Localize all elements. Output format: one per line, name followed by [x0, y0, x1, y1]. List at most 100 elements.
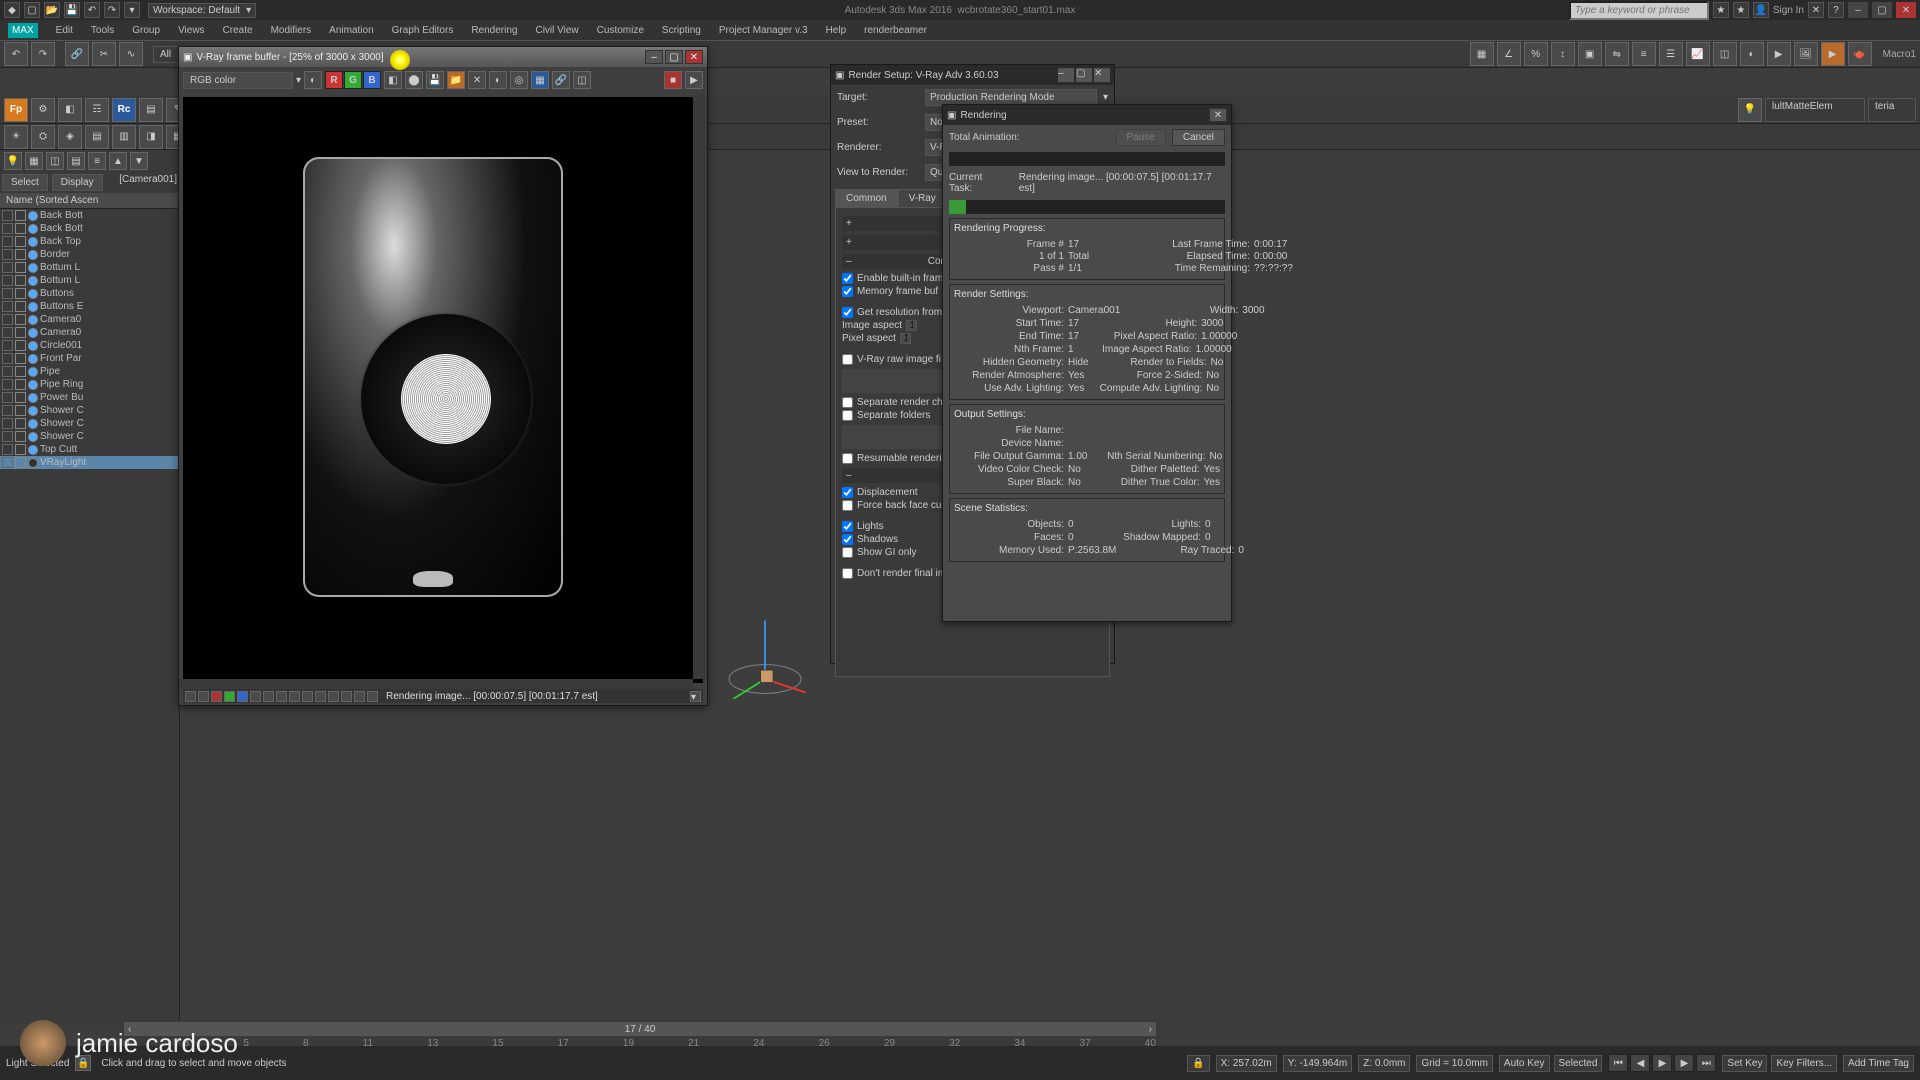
schematic-icon[interactable]: ◫	[1713, 42, 1737, 66]
visibility-toggle[interactable]	[2, 405, 13, 416]
undo-icon[interactable]: ↶	[4, 42, 28, 66]
vfb-mono-icon[interactable]: ⬤	[405, 71, 423, 89]
chk-lights[interactable]	[842, 521, 853, 532]
freeze-toggle[interactable]	[15, 340, 26, 351]
max-menu-icon[interactable]: MAX	[8, 23, 38, 38]
save-icon[interactable]: 💾	[64, 2, 80, 18]
freeze-toggle[interactable]	[15, 405, 26, 416]
vfb-stop-icon[interactable]: ■	[664, 71, 682, 89]
vfb-render-icon[interactable]: ▶	[685, 71, 703, 89]
cancel-button[interactable]: Cancel	[1172, 129, 1225, 146]
menu-graph-editors[interactable]: Graph Editors	[392, 25, 454, 36]
redo-icon[interactable]: ↷	[31, 42, 55, 66]
tree-item[interactable]: Bottum L	[0, 261, 179, 274]
menu-customize[interactable]: Customize	[597, 25, 644, 36]
tree-item[interactable]: Circle001	[0, 339, 179, 352]
vfb-alpha-icon[interactable]: ◧	[384, 71, 402, 89]
tab-display[interactable]: Display	[52, 174, 103, 191]
vfb-swatch-8[interactable]	[276, 691, 287, 702]
visibility-toggle[interactable]	[2, 262, 13, 273]
vfb-swatch-7[interactable]	[263, 691, 274, 702]
tree-item[interactable]: VRayLight	[0, 456, 179, 469]
teapot-icon[interactable]: 🫖	[1848, 42, 1872, 66]
tool-icon-2[interactable]: ◧	[58, 98, 82, 122]
rendering-close-button[interactable]: ✕	[1209, 108, 1227, 122]
rendered-frame-icon[interactable]: 🖼	[1794, 42, 1818, 66]
menu-animation[interactable]: Animation	[329, 25, 373, 36]
vfb-minimize-button[interactable]: –	[645, 50, 663, 64]
render-setup-title-bar[interactable]: ▣ Render Setup: V-Ray Adv 3.60.03 – ▢ ✕	[831, 65, 1114, 85]
menu-tools[interactable]: Tools	[91, 25, 114, 36]
app-menu-icon[interactable]: ◆	[4, 2, 20, 18]
menu-edit[interactable]: Edit	[56, 25, 73, 36]
freeze-toggle[interactable]	[15, 223, 26, 234]
snap-icon[interactable]: ▦	[1470, 42, 1494, 66]
vfb-lock-icon[interactable]: ▾	[690, 691, 701, 702]
vfb-swatch-2[interactable]	[198, 691, 209, 702]
goto-start-icon[interactable]: ⏮	[1608, 1054, 1628, 1072]
vfb-swatch-6[interactable]	[250, 691, 261, 702]
close-button[interactable]: ✕	[1896, 2, 1916, 18]
time-slider[interactable]: ‹ 17 / 40 ›	[124, 1022, 1156, 1036]
x-coord[interactable]: X: 257.02m	[1216, 1055, 1277, 1072]
rs-close-button[interactable]: ✕	[1094, 68, 1110, 82]
freeze-toggle[interactable]	[15, 301, 26, 312]
visibility-toggle[interactable]	[2, 275, 13, 286]
list-icon3[interactable]: ◫	[46, 152, 64, 170]
tree-item[interactable]: Back Bott	[0, 222, 179, 235]
tree-item[interactable]: Power Bu	[0, 391, 179, 404]
mirror-icon[interactable]: ⇋	[1605, 42, 1629, 66]
freeze-toggle[interactable]	[15, 288, 26, 299]
freeze-toggle[interactable]	[15, 431, 26, 442]
visibility-toggle[interactable]	[2, 392, 13, 403]
lightbulb-icon[interactable]: 💡	[1738, 98, 1762, 122]
visibility-toggle[interactable]	[2, 353, 13, 364]
layer-tool-1[interactable]: ☀	[4, 125, 28, 149]
vfb-clear-icon[interactable]: ✕	[468, 71, 486, 89]
menu-group[interactable]: Group	[132, 25, 160, 36]
freeze-toggle[interactable]	[15, 249, 26, 260]
tree-item[interactable]: Camera0	[0, 313, 179, 326]
vfb-save-icon[interactable]: 💾	[426, 71, 444, 89]
link-icon[interactable]: 🔗	[65, 42, 89, 66]
rendering-title-bar[interactable]: ▣ Rendering ✕	[943, 105, 1231, 125]
tree-item[interactable]: Shower C	[0, 404, 179, 417]
vfb-swatch-10[interactable]	[302, 691, 313, 702]
vfb-canvas[interactable]	[183, 97, 703, 683]
chk-shadows[interactable]	[842, 534, 853, 545]
tree-item[interactable]: Back Top	[0, 235, 179, 248]
freeze-toggle[interactable]	[15, 327, 26, 338]
menu-rendering[interactable]: Rendering	[471, 25, 517, 36]
freeze-toggle[interactable]	[15, 418, 26, 429]
layers-icon[interactable]: ☰	[1659, 42, 1683, 66]
chk-force-back[interactable]	[842, 500, 853, 511]
menu-renderbeamer[interactable]: renderbeamer	[864, 25, 927, 36]
visibility-toggle[interactable]	[2, 457, 13, 468]
key-filters-button[interactable]: Key Filters...	[1771, 1055, 1837, 1072]
menu-modifiers[interactable]: Modifiers	[271, 25, 312, 36]
visibility-toggle[interactable]	[2, 301, 13, 312]
vfb-window[interactable]: ▣ V-Ray frame buffer - [25% of 3000 x 30…	[178, 46, 708, 706]
open-icon[interactable]: 📂	[44, 2, 60, 18]
tree-item[interactable]: Camera0	[0, 326, 179, 339]
vfb-g-channel[interactable]: G	[344, 71, 362, 89]
tool-icon-4[interactable]: ▤	[139, 98, 163, 122]
y-coord[interactable]: Y: -149.964m	[1283, 1055, 1352, 1072]
vfb-swatch-13[interactable]	[341, 691, 352, 702]
vfb-swatch-15[interactable]	[367, 691, 378, 702]
context-tab-1[interactable]: lultMatteElem	[1765, 98, 1865, 122]
vfb-swatch-9[interactable]	[289, 691, 300, 702]
tool-icon-1[interactable]: ⚙	[31, 98, 55, 122]
vfb-channel-select[interactable]: RGB color	[183, 72, 293, 89]
visibility-toggle[interactable]	[2, 314, 13, 325]
vfb-folder-icon[interactable]: 📁	[447, 71, 465, 89]
vfb-title-bar[interactable]: ▣ V-Ray frame buffer - [25% of 3000 x 30…	[179, 47, 707, 67]
freeze-toggle[interactable]	[15, 353, 26, 364]
tree-item[interactable]: Pipe	[0, 365, 179, 378]
freeze-toggle[interactable]	[15, 366, 26, 377]
star-icon-2[interactable]: ★	[1733, 2, 1749, 18]
list-icon4[interactable]: ▤	[67, 152, 85, 170]
star-icon[interactable]: ★	[1713, 2, 1729, 18]
vfb-swatch-3[interactable]	[211, 691, 222, 702]
align-icon[interactable]: ≡	[1632, 42, 1656, 66]
